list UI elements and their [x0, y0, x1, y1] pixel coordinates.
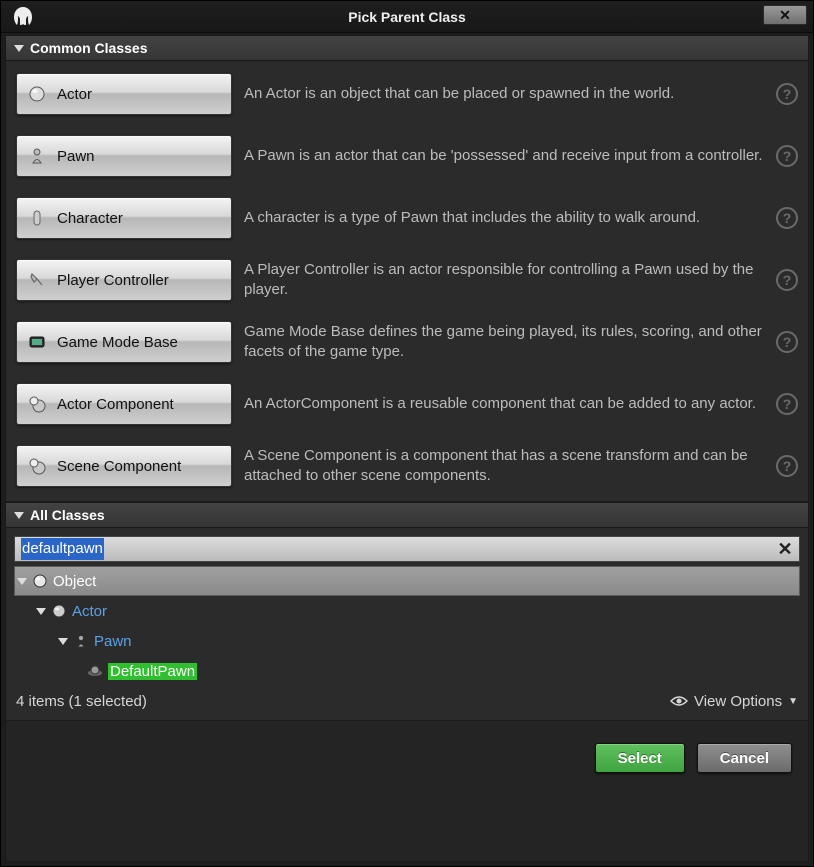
- class-row-actor: Actor An Actor is an object that can be …: [16, 73, 798, 115]
- class-description: A Pawn is an actor that can be 'possesse…: [244, 146, 764, 166]
- class-label: Scene Component: [57, 458, 181, 475]
- class-button-actor-component[interactable]: Actor Component: [16, 383, 232, 425]
- cancel-button[interactable]: Cancel: [697, 743, 792, 773]
- class-label: Pawn: [57, 148, 95, 165]
- view-options-button[interactable]: View Options ▼: [670, 693, 798, 710]
- select-button[interactable]: Select: [595, 743, 685, 773]
- search-input[interactable]: [104, 541, 775, 558]
- expand-icon: [14, 45, 24, 52]
- tree-label: DefaultPawn: [108, 663, 197, 680]
- class-button-player-controller[interactable]: Player Controller: [16, 259, 232, 301]
- class-button-character[interactable]: Character: [16, 197, 232, 239]
- unreal-logo-icon: [9, 3, 37, 31]
- class-button-pawn[interactable]: Pawn: [16, 135, 232, 177]
- help-button[interactable]: ?: [776, 269, 798, 291]
- tree-label: Actor: [72, 603, 107, 620]
- class-tree: Object Actor Pawn DefaultPawn: [14, 566, 800, 686]
- help-button[interactable]: ?: [776, 455, 798, 477]
- class-button-scene-component[interactable]: Scene Component: [16, 445, 232, 487]
- close-button[interactable]: ✕: [763, 5, 807, 25]
- class-row-scene-component: Scene Component A Scene Component is a c…: [16, 445, 798, 487]
- help-button[interactable]: ?: [776, 331, 798, 353]
- close-icon: ✕: [779, 7, 791, 24]
- class-label: Actor Component: [57, 396, 174, 413]
- titlebar: Pick Parent Class ✕: [1, 1, 813, 33]
- tree-item-pawn[interactable]: Pawn: [14, 626, 800, 656]
- common-classes-panel: Actor An Actor is an object that can be …: [5, 61, 809, 502]
- tree-item-actor[interactable]: Actor: [14, 596, 800, 626]
- section-label: All Classes: [30, 507, 105, 523]
- expand-icon: [17, 578, 27, 585]
- tree-footer: 4 items (1 selected) View Options ▼: [14, 686, 800, 714]
- help-button[interactable]: ?: [776, 207, 798, 229]
- class-label: Player Controller: [57, 272, 169, 289]
- class-button-actor[interactable]: Actor: [16, 73, 232, 115]
- class-search-field[interactable]: defaultpawn ✕: [14, 536, 800, 562]
- class-label: Character: [57, 210, 123, 227]
- help-button[interactable]: ?: [776, 145, 798, 167]
- sphere-icon: [50, 602, 68, 620]
- class-description: An ActorComponent is a reusable componen…: [244, 394, 764, 414]
- clear-search-button[interactable]: ✕: [775, 539, 795, 559]
- capsule-icon: [27, 208, 47, 228]
- close-icon: ✕: [777, 539, 792, 560]
- tree-label: Object: [53, 573, 96, 590]
- expand-icon: [36, 608, 46, 615]
- pawn-icon: [72, 632, 90, 650]
- eye-icon: [670, 695, 688, 707]
- component-icon: [27, 394, 47, 414]
- gamemode-icon: [27, 332, 47, 352]
- default-pawn-icon: [86, 662, 104, 680]
- sphere-icon: [31, 572, 49, 590]
- expand-icon: [58, 638, 68, 645]
- class-row-game-mode-base: Game Mode Base Game Mode Base defines th…: [16, 321, 798, 363]
- pick-parent-class-dialog: Pick Parent Class ✕ Common Classes Actor…: [0, 0, 814, 867]
- controller-icon: [27, 270, 47, 290]
- dialog-title: Pick Parent Class: [348, 9, 466, 25]
- chevron-down-icon: ▼: [788, 696, 798, 707]
- sphere-icon: [27, 84, 47, 104]
- help-button[interactable]: ?: [776, 83, 798, 105]
- section-label: Common Classes: [30, 40, 147, 56]
- class-button-game-mode-base[interactable]: Game Mode Base: [16, 321, 232, 363]
- common-classes-header[interactable]: Common Classes: [5, 35, 809, 61]
- search-text-selected: defaultpawn: [21, 538, 104, 560]
- class-row-pawn: Pawn A Pawn is an actor that can be 'pos…: [16, 135, 798, 177]
- expand-icon: [14, 512, 24, 519]
- class-row-actor-component: Actor Component An ActorComponent is a r…: [16, 383, 798, 425]
- class-description: An Actor is an object that can be placed…: [244, 84, 764, 104]
- dialog-footer: Select Cancel: [5, 721, 809, 862]
- component-icon: [27, 456, 47, 476]
- tree-item-object[interactable]: Object: [14, 566, 800, 596]
- all-classes-header[interactable]: All Classes: [5, 502, 809, 528]
- tree-item-defaultpawn[interactable]: DefaultPawn: [14, 656, 800, 686]
- pawn-icon: [27, 146, 47, 166]
- class-description: A Scene Component is a component that ha…: [244, 446, 764, 487]
- tree-label: Pawn: [94, 633, 132, 650]
- class-label: Game Mode Base: [57, 334, 178, 351]
- class-row-character: Character A character is a type of Pawn …: [16, 197, 798, 239]
- class-row-player-controller: Player Controller A Player Controller is…: [16, 259, 798, 301]
- class-description: A character is a type of Pawn that inclu…: [244, 208, 764, 228]
- all-classes-panel: defaultpawn ✕ Object Actor: [5, 528, 809, 721]
- item-count: 4 items (1 selected): [16, 693, 147, 710]
- class-description: A Player Controller is an actor responsi…: [244, 260, 764, 301]
- help-button[interactable]: ?: [776, 393, 798, 415]
- view-options-label: View Options: [694, 693, 782, 710]
- class-label: Actor: [57, 86, 92, 103]
- class-description: Game Mode Base defines the game being pl…: [244, 322, 764, 363]
